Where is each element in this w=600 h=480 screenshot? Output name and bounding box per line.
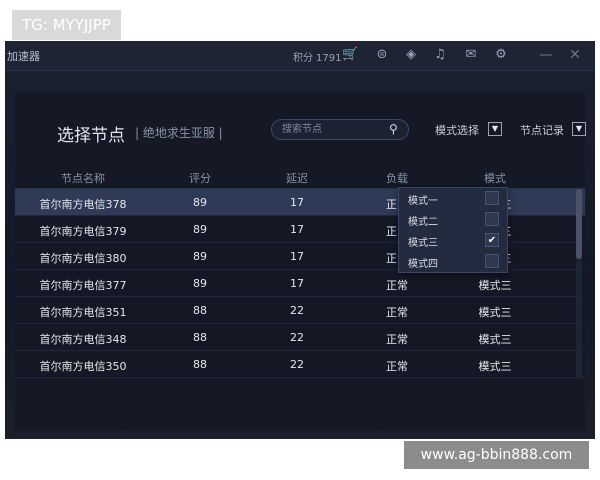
node-name-cell: 首尔南方电信350: [39, 360, 127, 373]
load-cell: 正常: [386, 360, 408, 373]
watermark-bottom-right: www.ag-bbin888.com: [404, 441, 589, 469]
column-header-mode: 模式: [484, 172, 506, 185]
score-cell: 89: [193, 223, 207, 236]
node-select-dialog: 选择节点 | 绝地求生亚服 | ⚲ 模式选择 ▼ 节点记录 ▼ 节点名称 评分 …: [15, 91, 586, 431]
accelerator-app-window: 加速器 积分 1791 🛒 ⊜ ◈ ♫ ✉ ⚙ — ✕ 选择节点 | 绝地求生亚服…: [5, 41, 595, 439]
column-header-name: 节点名称: [61, 172, 105, 185]
mode-menu-label: 模式二: [408, 217, 438, 228]
points-label: 积分: [293, 53, 313, 64]
history-dropdown-button[interactable]: ▼: [572, 122, 586, 136]
shop-cart-icon[interactable]: 🛒: [342, 47, 358, 63]
minimize-button[interactable]: —: [538, 46, 554, 64]
score-cell: 89: [193, 196, 207, 209]
search-box: ⚲: [271, 119, 409, 140]
watermark-top-left: TG: MYYJJPP: [12, 10, 121, 40]
node-name-cell: 首尔南方电信380: [39, 252, 127, 265]
coupon-icon[interactable]: ⊜: [374, 47, 390, 63]
scroll-thumb[interactable]: [576, 189, 582, 259]
mode-cell: 模式三: [478, 306, 512, 319]
latency-cell: 17: [290, 250, 304, 263]
points-display: 积分 1791: [290, 49, 341, 64]
node-name-cell: 首尔南方电信348: [39, 333, 127, 346]
mode-menu-label: 模式四: [408, 259, 438, 270]
latency-cell: 22: [290, 358, 304, 371]
mode-cell: 模式三: [478, 333, 512, 346]
mode-dropdown-menu: 模式一模式二模式三 ✔ 模式四: [398, 187, 508, 273]
dialog-title: 选择节点: [57, 126, 125, 146]
checkmark-icon[interactable]: ✔: [485, 233, 499, 247]
column-header-latency: 延迟: [286, 172, 308, 185]
node-name-cell: 首尔南方电信378: [39, 198, 127, 211]
mode-menu-item[interactable]: 模式四: [399, 251, 507, 272]
title-bar: 加速器 积分 1791 🛒 ⊜ ◈ ♫ ✉ ⚙ — ✕: [5, 41, 595, 71]
headset-icon[interactable]: ♫: [432, 47, 448, 63]
app-title: 加速器: [7, 50, 40, 63]
table-header: 节点名称 评分 延迟 负载 模式: [15, 165, 585, 189]
latency-cell: 22: [290, 304, 304, 317]
table-row[interactable]: 首尔南方电信348 88 22 正常 模式三: [15, 324, 585, 351]
latency-cell: 17: [290, 223, 304, 236]
score-cell: 88: [193, 331, 207, 344]
load-cell: 正常: [386, 306, 408, 319]
mode-cell: 模式三: [478, 279, 512, 292]
mode-dropdown-button[interactable]: ▼: [488, 122, 502, 136]
node-name-cell: 首尔南方电信379: [39, 225, 127, 238]
column-header-score: 评分: [189, 172, 211, 185]
score-cell: 88: [193, 358, 207, 371]
column-header-load: 负载: [386, 172, 408, 185]
mode-menu-label: 模式一: [408, 196, 438, 207]
node-name-cell: 首尔南方电信351: [39, 306, 127, 319]
score-cell: 89: [193, 250, 207, 263]
latency-cell: 22: [290, 331, 304, 344]
node-name-cell: 首尔南方电信377: [39, 279, 127, 292]
mode-menu-item[interactable]: 模式三 ✔: [399, 230, 507, 251]
latency-cell: 17: [290, 277, 304, 290]
mode-menu-label: 模式三: [408, 238, 438, 249]
latency-cell: 17: [290, 196, 304, 209]
score-cell: 88: [193, 304, 207, 317]
table-scrollbar[interactable]: [576, 189, 582, 379]
search-input[interactable]: [282, 122, 382, 137]
mode-select-label[interactable]: 模式选择: [435, 122, 479, 138]
gear-icon[interactable]: ⚙: [493, 47, 509, 63]
points-value: 1791: [316, 53, 342, 64]
table-row[interactable]: 首尔南方电信350 88 22 正常 模式三: [15, 351, 585, 378]
search-icon[interactable]: ⚲: [389, 123, 402, 136]
node-history-label[interactable]: 节点记录: [520, 122, 564, 138]
tag-icon[interactable]: ◈: [403, 47, 419, 63]
game-server-label: | 绝地求生亚服 |: [135, 126, 223, 140]
checkbox[interactable]: [485, 254, 499, 268]
load-cell: 正常: [386, 333, 408, 346]
mode-menu-item[interactable]: 模式一: [399, 188, 507, 209]
table-row[interactable]: 首尔南方电信351 88 22 正常 模式三: [15, 297, 585, 324]
table-row[interactable]: 首尔南方电信377 89 17 正常 模式三: [15, 270, 585, 297]
close-button[interactable]: ✕: [567, 46, 583, 64]
mode-cell: 模式三: [478, 360, 512, 373]
score-cell: 89: [193, 277, 207, 290]
load-cell: 正常: [386, 279, 408, 292]
mail-icon[interactable]: ✉: [463, 47, 479, 63]
checkbox[interactable]: [485, 212, 499, 226]
mode-menu-item[interactable]: 模式二: [399, 209, 507, 230]
checkbox[interactable]: [485, 191, 499, 205]
